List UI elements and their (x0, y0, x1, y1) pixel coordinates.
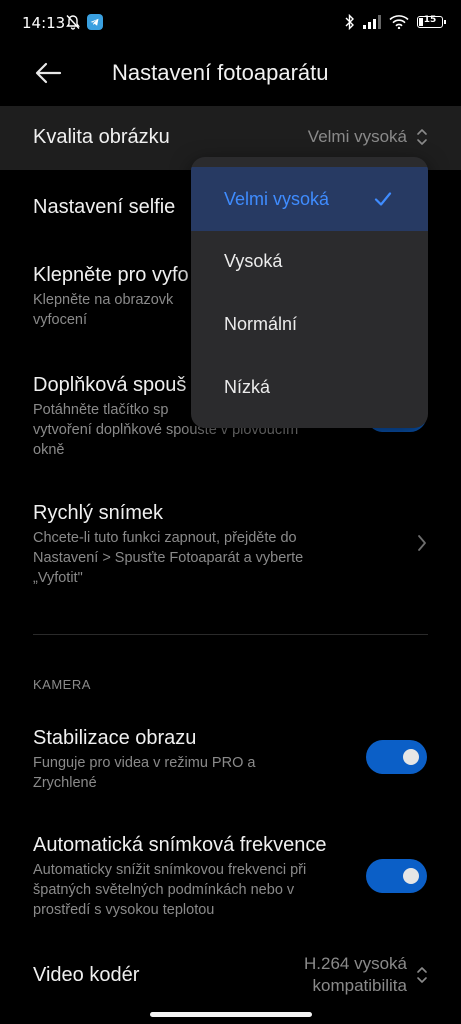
setting-value: H.264 vysoká (304, 954, 407, 973)
section-label-camera: KAMERA (33, 677, 91, 692)
setting-subtitle: prostředí s vysokou teplotou (33, 902, 215, 918)
section-divider (33, 634, 428, 635)
stabilization-toggle[interactable] (366, 740, 427, 774)
setting-quick-snap[interactable]: Rychlý snímek Chcete-li tuto funkci zapn… (0, 490, 461, 600)
up-down-arrows-icon (417, 129, 427, 145)
setting-subtitle: Automaticky snížit snímkovou frekvenci p… (33, 862, 307, 878)
setting-value: kompatibilita (312, 976, 408, 995)
dropdown-option-low[interactable]: Nízká (191, 357, 428, 419)
setting-auto-frame-rate[interactable]: Automatická snímková frekvence Automatic… (0, 822, 461, 932)
telegram-icon (87, 14, 103, 30)
battery-level: 15 (423, 15, 437, 25)
mute-bell-icon (66, 15, 80, 30)
setting-title: Rychlý snímek (33, 502, 164, 524)
toggle-knob (403, 868, 419, 884)
up-down-arrows-icon (417, 967, 427, 983)
dropdown-option-normal[interactable]: Normální (191, 294, 428, 356)
setting-title: Klepněte pro vyfo (33, 264, 189, 286)
home-indicator[interactable] (150, 1012, 312, 1017)
dropdown-option-high[interactable]: Vysoká (191, 231, 428, 293)
setting-value: Velmi vysoká (307, 127, 407, 146)
option-label: Vysoká (224, 251, 283, 271)
setting-title: Kvalita obrázku (33, 126, 170, 148)
setting-stabilization[interactable]: Stabilizace obrazu Funguje pro videa v r… (0, 715, 461, 805)
setting-subtitle: „Vyfotit" (33, 570, 83, 586)
setting-title: Automatická snímková frekvence (33, 834, 327, 856)
setting-video-encoder[interactable]: Video kodér H.264 vysoká kompatibilita (0, 950, 461, 1010)
status-time: 14:13 (22, 14, 66, 32)
option-label: Velmi vysoká (224, 189, 330, 209)
bluetooth-icon (345, 14, 354, 30)
option-label: Nízká (224, 377, 271, 397)
battery-icon: 15 (417, 15, 446, 28)
check-icon (374, 192, 392, 206)
dropdown-option-very-high[interactable]: Velmi vysoká (191, 167, 428, 231)
setting-title: Video kodér (33, 964, 140, 986)
setting-subtitle: Chcete-li tuto funkci zapnout, přejděte … (33, 530, 297, 546)
back-arrow-icon[interactable] (34, 61, 62, 85)
setting-subtitle: špatných světelných podmínkách nebo v (33, 882, 295, 898)
setting-title: Stabilizace obrazu (33, 727, 197, 749)
page-title: Nastavení fotoaparátu (112, 60, 329, 85)
setting-subtitle: okně (33, 442, 65, 458)
setting-title: Doplňková spouš (33, 374, 187, 396)
chevron-right-icon (418, 535, 426, 551)
toggle-knob (403, 749, 419, 765)
image-quality-dropdown: Velmi vysoká Vysoká Normální Nízká (191, 157, 428, 428)
setting-subtitle: Funguje pro videa v režimu PRO a (33, 755, 256, 771)
wifi-icon (389, 15, 409, 29)
setting-subtitle: Nastavení > Spusťte Fotoaparát a vyberte (33, 550, 304, 566)
setting-subtitle: Zrychlené (33, 775, 97, 791)
auto-frame-rate-toggle[interactable] (366, 859, 427, 893)
setting-title: Nastavení selfie (33, 196, 176, 218)
app-header: Nastavení fotoaparátu (0, 48, 461, 100)
status-bar: 14:13 15 (0, 0, 461, 48)
option-label: Normální (224, 314, 298, 334)
signal-icon (363, 15, 381, 29)
